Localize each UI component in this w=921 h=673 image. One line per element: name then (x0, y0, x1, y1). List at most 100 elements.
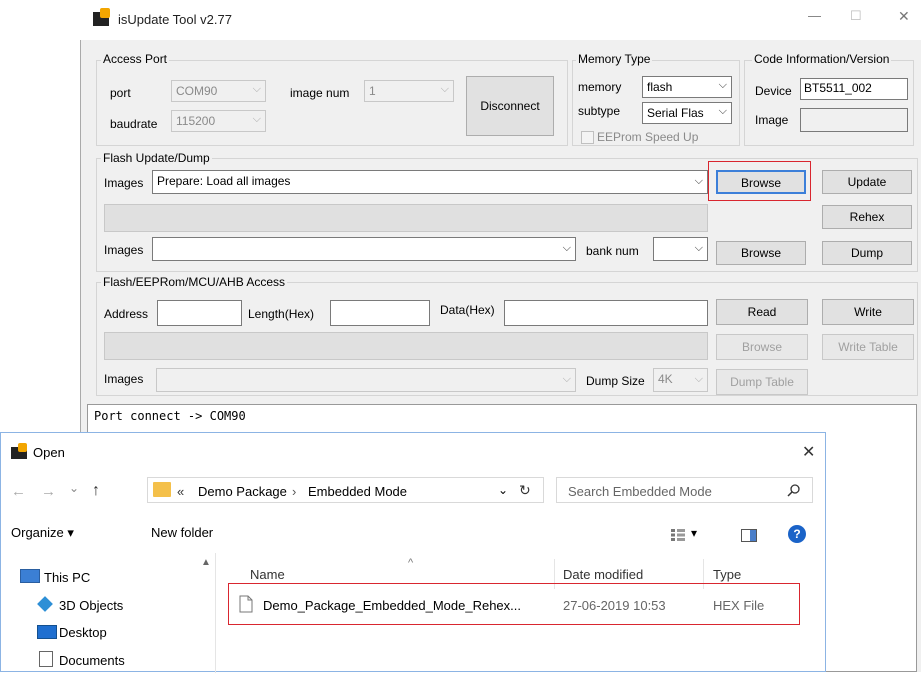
images2-label: Images (104, 243, 144, 257)
sidebar-item-this-pc[interactable]: This PC (44, 570, 90, 585)
flash-update-legend: Flash Update/Dump (101, 151, 212, 165)
image-num-select[interactable]: 1 ⌵ (364, 80, 454, 102)
device-field[interactable]: BT5511_002 (800, 78, 908, 100)
address-dropdown-button[interactable]: ⌄ (498, 483, 508, 497)
view-dropdown-button[interactable]: ▾ (691, 526, 697, 540)
column-header-date[interactable]: Date modified (563, 567, 643, 582)
eeprom-checkbox[interactable] (581, 131, 594, 144)
image-num-value: 1 (369, 84, 376, 98)
minimize-button[interactable]: — (808, 8, 821, 23)
write-table-button[interactable]: Write Table (822, 334, 914, 360)
bank-num-label: bank num (586, 244, 639, 258)
subtype-select[interactable]: Serial Flas ⌵ (642, 102, 732, 124)
folder-icon (153, 482, 171, 497)
this-pc-icon (20, 569, 40, 583)
new-folder-button[interactable]: New folder (151, 525, 213, 540)
images-label: Images (104, 176, 144, 190)
chevron-down-icon: ⌵ (562, 242, 571, 254)
organize-menu[interactable]: Organize ▾ (11, 525, 74, 541)
column-header-name[interactable]: Name (250, 567, 285, 582)
length-field[interactable] (330, 300, 430, 326)
memory-label: memory (578, 80, 622, 94)
main-title-bar: isUpdate Tool v2.77 — ☐ ✕ (80, 0, 921, 40)
access-images-select[interactable]: ⌵ (156, 368, 576, 392)
subtype-value: Serial Flas (647, 106, 704, 120)
address-label: Address (104, 307, 149, 321)
images-value: Prepare: Load all images (157, 174, 291, 188)
recent-locations-button[interactable]: ⌄ (69, 481, 79, 495)
refresh-button[interactable]: ↻ (519, 482, 531, 499)
dialog-close-button[interactable]: ✕ (802, 442, 815, 462)
breadcrumb-prefix: « (177, 484, 185, 499)
update-button[interactable]: Update (822, 170, 912, 194)
chevron-down-icon: ⌵ (440, 83, 449, 95)
chevron-down-icon: ⌵ (694, 373, 703, 385)
dialog-title: Open (33, 445, 65, 460)
baudrate-select[interactable]: 115200 ⌵ (171, 110, 266, 132)
port-label: port (110, 86, 131, 100)
port-value: COM90 (176, 84, 218, 98)
window-title: isUpdate Tool v2.77 (118, 12, 232, 27)
data-label: Data(Hex) (440, 303, 495, 317)
access-progress-bar (104, 332, 708, 360)
chevron-down-icon: ⌵ (252, 83, 261, 95)
chevron-down-icon: ⌵ (562, 373, 571, 385)
dialog-app-icon (11, 443, 27, 459)
chevron-down-icon: ⌵ (694, 175, 703, 187)
breadcrumb-demo-package[interactable]: Demo Package (198, 484, 287, 499)
desktop-icon (37, 625, 57, 639)
baudrate-label: baudrate (110, 117, 158, 131)
device-label: Device (755, 84, 792, 98)
images-select[interactable]: Prepare: Load all images ⌵ (152, 170, 708, 194)
maximize-button[interactable]: ☐ (850, 8, 862, 24)
image-label: Image (755, 113, 789, 127)
read-button[interactable]: Read (716, 299, 808, 325)
breadcrumb-embedded-mode[interactable]: Embedded Mode (308, 484, 407, 499)
dump-button[interactable]: Dump (822, 241, 912, 265)
dump-table-button[interactable]: Dump Table (716, 369, 808, 395)
eeprom-label: EEProm Speed Up (597, 130, 699, 144)
address-field[interactable] (157, 300, 242, 326)
view-options-icon[interactable] (671, 529, 685, 541)
access-images-label: Images (104, 372, 144, 386)
dump-size-label: Dump Size (586, 374, 645, 388)
baudrate-value: 115200 (176, 114, 216, 128)
sidebar-item-desktop[interactable]: Desktop (59, 625, 107, 640)
bank-num-select[interactable]: ⌵ (653, 237, 708, 261)
sidebar-item-3d-objects[interactable]: 3D Objects (59, 598, 123, 613)
access-port-legend: Access Port (101, 52, 170, 66)
nav-scroll-up-icon[interactable]: ▲ (201, 557, 211, 568)
log-text: Port connect -> COM90 (94, 409, 246, 423)
back-button[interactable]: ← (11, 483, 26, 500)
disconnect-button[interactable]: Disconnect (466, 76, 554, 136)
access-browse-button[interactable]: Browse (716, 334, 808, 360)
rehex-button[interactable]: Rehex (822, 205, 912, 229)
data-field[interactable] (504, 300, 708, 326)
write-button[interactable]: Write (822, 299, 914, 325)
help-button[interactable]: ? (788, 525, 806, 543)
flash-access-legend: Flash/EEPRom/MCU/AHB Access (101, 275, 288, 289)
length-label: Length(Hex) (248, 307, 315, 321)
code-info-legend: Code Information/Version (752, 52, 892, 66)
port-select[interactable]: COM90 ⌵ (171, 80, 266, 102)
chevron-down-icon: ⌵ (718, 105, 727, 117)
close-button[interactable]: ✕ (898, 8, 910, 25)
image-num-label: image num (290, 86, 350, 100)
browse2-button[interactable]: Browse (716, 241, 806, 265)
memory-value: flash (647, 80, 673, 94)
sidebar-item-documents[interactable]: Documents (59, 653, 125, 668)
forward-button[interactable]: → (41, 483, 56, 500)
up-button[interactable]: ↑ (92, 482, 100, 500)
search-placeholder: Search Embedded Mode (568, 484, 712, 499)
browse-button[interactable]: Browse (716, 170, 806, 194)
sort-indicator-icon: ^ (408, 557, 414, 569)
documents-icon (39, 651, 53, 667)
dump-size-value: 4K (658, 372, 673, 386)
breadcrumb-separator: › (292, 484, 297, 499)
image-field[interactable] (800, 108, 908, 132)
images2-select[interactable]: ⌵ (152, 237, 576, 261)
memory-select[interactable]: flash ⌵ (642, 76, 732, 98)
dump-size-select[interactable]: 4K ⌵ (653, 368, 708, 392)
preview-pane-icon[interactable] (741, 529, 757, 542)
column-header-type[interactable]: Type (713, 567, 741, 582)
